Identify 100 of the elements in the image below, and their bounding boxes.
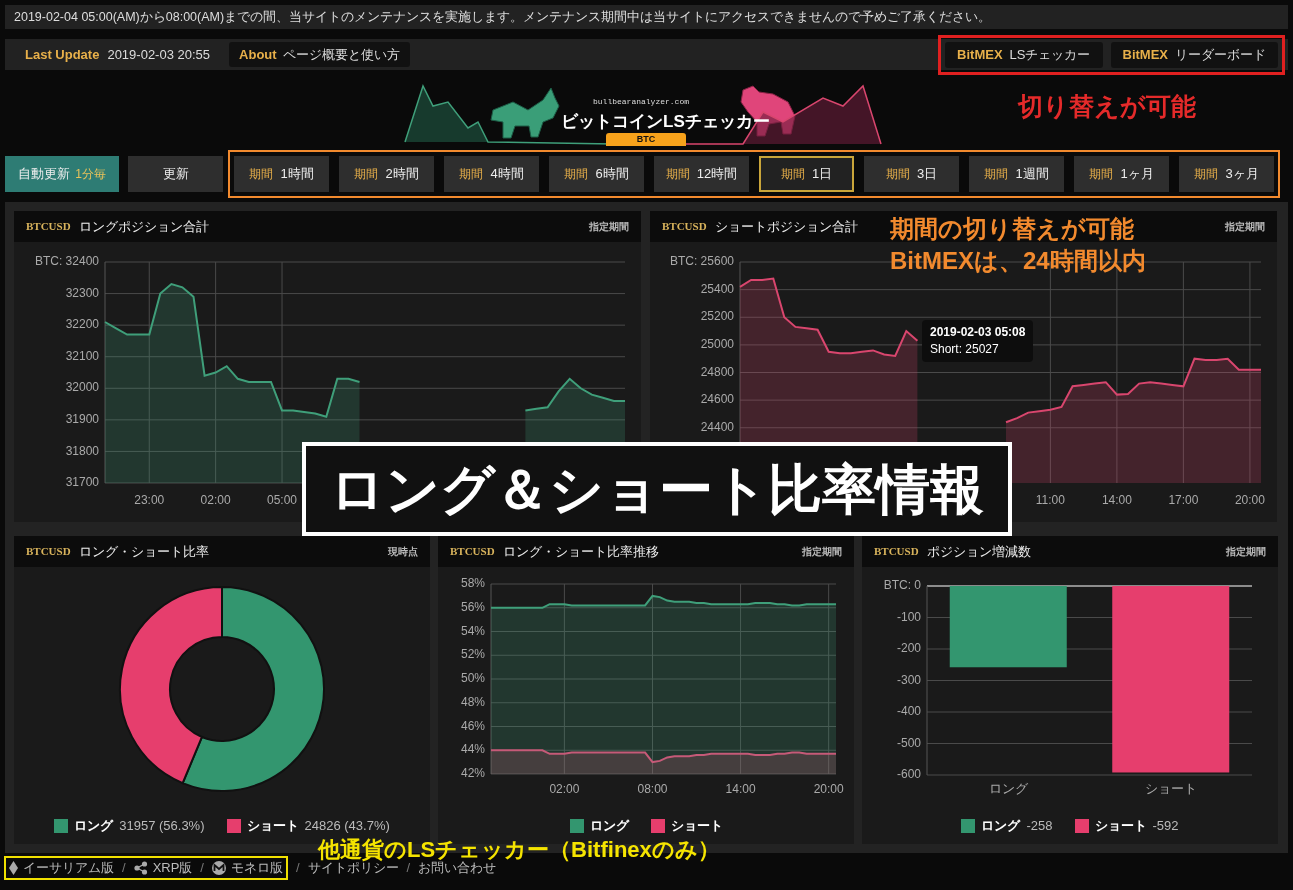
axis-label: 05:00: [267, 493, 298, 507]
annotation-note: 他通貨のLSチェッカー（Bitfinexのみ）: [318, 838, 720, 862]
axis-label: 02:00: [549, 782, 580, 796]
axis-label: -400: [896, 704, 921, 719]
axis-label: 32100: [65, 348, 99, 363]
axis-label: 14:00: [1101, 493, 1132, 507]
axis-label: -100: [896, 609, 921, 624]
period-tab[interactable]: 期間 12時間: [654, 156, 749, 192]
three-dots-icon: [133, 861, 148, 875]
symbol-label: BTCUSD: [26, 544, 71, 560]
axis-label: 02:00: [200, 493, 231, 507]
legend-label: ロング: [589, 816, 629, 835]
axis-label: 25000: [700, 337, 734, 352]
axis-label: 32300: [65, 285, 99, 300]
axis-label: 14:00: [725, 782, 756, 796]
panel-title: ショートポジション合計: [714, 217, 858, 236]
range-label: 指定期間: [1225, 220, 1265, 234]
legend-label: ショート: [670, 816, 723, 835]
axis-label: -200: [896, 641, 921, 656]
range-label: 指定期間: [802, 545, 842, 559]
period-tab[interactable]: 期間 1週間: [969, 156, 1064, 192]
axis-label: 25200: [700, 309, 734, 324]
axis-label: 32200: [65, 317, 99, 332]
footer-link[interactable]: イーサリアム版: [9, 858, 114, 878]
axis-label: -300: [896, 672, 921, 687]
separator: /: [296, 859, 300, 878]
axis-label: 31800: [65, 443, 99, 458]
legend-label: ショート: [1094, 816, 1147, 835]
panel-title: ポジション増減数: [926, 542, 1031, 561]
axis-label: 46%: [460, 718, 485, 733]
period-tab[interactable]: 期間 1時間: [234, 156, 329, 192]
axis-label: 42%: [460, 766, 485, 781]
axis-label: -600: [896, 767, 921, 782]
legend-value: -258: [1026, 816, 1053, 835]
axis-label: 44%: [460, 742, 485, 757]
period-tab[interactable]: 期間 3日: [864, 156, 959, 192]
axis-label: 24600: [700, 392, 734, 407]
footer-link[interactable]: モネロ版: [212, 858, 283, 878]
axis-label: 50%: [460, 671, 485, 686]
range-label: 指定期間: [589, 220, 629, 234]
axis-label: BTC: 32400: [34, 254, 99, 269]
annotation-note: 切り替えが可能: [1018, 91, 1196, 122]
separator: /: [122, 859, 126, 878]
logo-title: ビットコインLSチェッカー: [561, 111, 770, 133]
axis-label: 08:00: [637, 782, 668, 796]
axis-label: 31700: [65, 475, 99, 490]
legend-label: ロング: [981, 816, 1021, 835]
symbol-label: BTCUSD: [26, 219, 71, 235]
tooltip-value: Short: 25027: [930, 341, 1000, 358]
last-update-time: 2019-02-03 20:55: [107, 45, 211, 64]
axis-label: 56%: [460, 599, 485, 614]
period-tab[interactable]: 期間 6時間: [549, 156, 644, 192]
axis-label: 23:00: [134, 493, 165, 507]
last-update-label: Last Update: [25, 45, 100, 64]
m-coin-icon: [212, 861, 226, 875]
banner-title: ロング＆ショート比率情報: [330, 457, 984, 521]
period-tab[interactable]: 期間 2時間: [339, 156, 434, 192]
period-tab[interactable]: 期間 3ヶ月: [1179, 156, 1274, 192]
separator: /: [200, 859, 204, 878]
period-tab[interactable]: 期間 4時間: [444, 156, 539, 192]
annotation-note: BitMEXは、24時間以内: [890, 246, 1146, 276]
axis-label: 20:00: [813, 782, 844, 796]
axis-label: 54%: [460, 623, 485, 638]
symbol-label: BTCUSD: [662, 219, 707, 235]
axis-label: 24400: [700, 419, 734, 434]
switch-button[interactable]: BitMEX LSチェッカー: [945, 41, 1103, 68]
refresh-button[interactable]: 更新: [128, 156, 223, 192]
switch-button[interactable]: BitMEX リーダーボード: [1110, 41, 1278, 68]
axis-label: 48%: [460, 694, 485, 709]
axis-label: 52%: [460, 647, 485, 662]
range-label: 指定期間: [1226, 545, 1266, 559]
axis-label: ロング: [988, 781, 1028, 796]
panel-title: ロングポジション合計: [78, 217, 209, 236]
legend-value: 31957 (56.3%): [119, 816, 205, 835]
panel-title: ロング・ショート比率: [78, 542, 209, 561]
tooltip-time: 2019-02-03 05:08: [930, 324, 1026, 341]
auto-update-button[interactable]: 自動更新 1分毎: [5, 156, 119, 192]
legend-label: ショート: [246, 816, 299, 835]
notice-text: 2019-02-04 05:00(AM)から08:00(AM)までの間、当サイトのメンテナンスを実施します。メンテナンス期間中は当サイトにアクセスできませんので予めご了承ください。: [14, 8, 992, 26]
legend-value: 24826 (43.7%): [304, 816, 390, 835]
legend-value: -592: [1152, 816, 1179, 835]
axis-label: 24800: [700, 364, 734, 379]
period-tab[interactable]: 期間 1ヶ月: [1074, 156, 1169, 192]
logo-domain: bullbearanalyzer.com: [593, 96, 689, 108]
legend-label: ロング: [74, 816, 114, 835]
footer-link[interactable]: XRP版: [133, 858, 193, 878]
axis-label: BTC: 25600: [669, 254, 734, 269]
period-tab[interactable]: 期間 1日: [759, 156, 854, 192]
about-button[interactable]: About ページ概要と使い方: [229, 42, 410, 67]
axis-label: -500: [896, 735, 921, 750]
axis-label: 32000: [65, 380, 99, 395]
axis-label: 31900: [65, 412, 99, 427]
axis-label: ショート: [1144, 781, 1197, 796]
symbol-label: BTCUSD: [450, 544, 495, 560]
bull-drawing: [490, 87, 560, 139]
symbol-label: BTCUSD: [874, 544, 919, 560]
annotation-note: 期間の切り替えが可能: [890, 214, 1135, 244]
axis-label: 25400: [700, 281, 734, 296]
axis-label: 20:00: [1234, 493, 1265, 507]
axis-label: 58%: [460, 576, 485, 591]
